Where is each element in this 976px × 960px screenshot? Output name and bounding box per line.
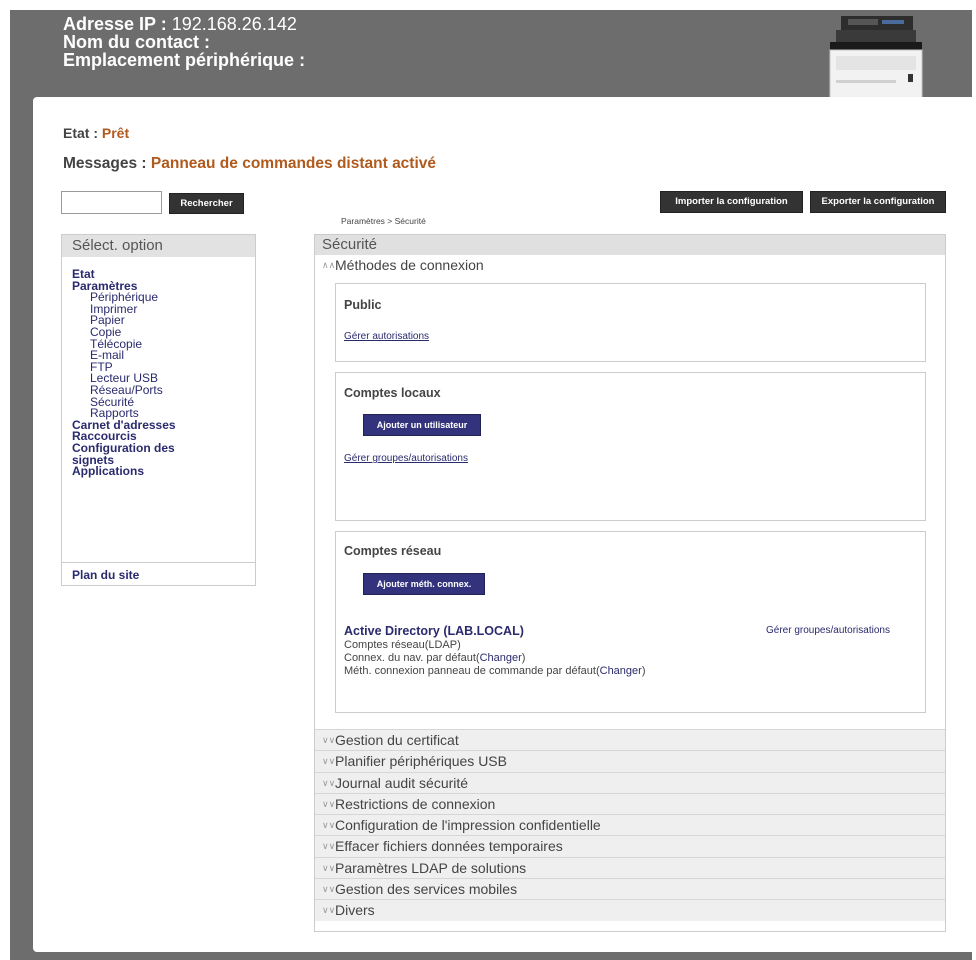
ad-line-panel-text: Méth. connexion panneau de commande par …: [344, 665, 600, 677]
ad-line-panel-end: ): [641, 665, 646, 677]
chevron-down-double-icon: ∨∨: [322, 756, 336, 767]
section-services-mobiles[interactable]: ∨∨ Gestion des services mobiles: [315, 878, 945, 900]
page-background: Adresse IP : 192.168.26.142 Nom du conta…: [10, 10, 976, 960]
chevron-down-double-icon: ∨∨: [322, 884, 336, 895]
content-card: Etat : Prêt Messages : Panneau de comman…: [33, 97, 976, 952]
sidebar-item-plan-du-site[interactable]: Plan du site: [72, 568, 139, 582]
section-effacer-fichiers[interactable]: ∨∨ Effacer fichiers données temporaires: [315, 835, 945, 857]
add-login-method-button[interactable]: Ajouter méth. connex.: [363, 573, 485, 595]
section-label: Restrictions de connexion: [335, 795, 496, 812]
location-label: Emplacement périphérique :: [63, 50, 306, 70]
ad-line-browser-text: Connex. du nav. par défaut(: [344, 652, 480, 664]
chevron-down-double-icon: ∨∨: [322, 820, 336, 831]
section-label: Configuration de l'impression confidenti…: [335, 817, 601, 834]
status-label: Etat :: [63, 125, 102, 141]
messages-value: Panneau de commandes distant activé: [150, 155, 437, 172]
section-label: Journal audit sécurité: [335, 774, 469, 791]
chevron-down-double-icon: ∨∨: [322, 841, 336, 852]
sidebar-nav: Etat Paramètres Périphérique Imprimer Pa…: [62, 257, 255, 478]
ad-line-browser-default: Connex. du nav. par défaut(Changer): [344, 652, 525, 664]
ip-value: 192.168.26.142: [171, 14, 297, 34]
import-config-button[interactable]: Importer la configuration: [660, 191, 803, 213]
section-label: Méthodes de connexion: [335, 257, 484, 273]
section-label: Gestion du certificat: [335, 732, 459, 748]
section-divers[interactable]: ∨∨ Divers: [315, 899, 945, 921]
section-ldap-solutions[interactable]: ∨∨ Paramètres LDAP de solutions: [315, 856, 945, 879]
chevron-down-double-icon: ∨∨: [322, 798, 336, 809]
network-accounts-box: Comptes réseau Ajouter méth. connex. Act…: [335, 531, 926, 713]
breadcrumb: Paramètres > Sécurité: [341, 216, 426, 226]
contact-label: Nom du contact :: [63, 32, 210, 52]
chevron-down-double-icon: ∨∨: [322, 777, 336, 788]
public-title: Public: [344, 298, 382, 312]
public-box: Public Gérer autorisations: [335, 283, 926, 362]
section-label: Paramètres LDAP de solutions: [335, 859, 527, 876]
change-browser-link[interactable]: Changer: [480, 652, 522, 664]
ip-label: Adresse IP :: [63, 14, 172, 34]
sidebar: Sélect. option Etat Paramètres Périphéri…: [61, 234, 256, 586]
sidebar-divider: [62, 562, 255, 563]
main-panel: Sécurité ∧∧ Méthodes de connexion Public…: [314, 234, 946, 932]
messages: Messages : Panneau de commandes distant …: [63, 155, 436, 173]
network-accounts-title: Comptes réseau: [344, 544, 442, 558]
status: Etat : Prêt: [63, 125, 129, 141]
ad-manage-groups-link[interactable]: Gérer groupes/autorisations: [766, 625, 890, 636]
section-label: Divers: [335, 902, 375, 919]
search-input[interactable]: [61, 191, 162, 214]
change-panel-link[interactable]: Changer: [600, 665, 642, 677]
chevron-down-double-icon: ∨∨: [322, 862, 336, 873]
sidebar-item-applications[interactable]: Applications: [72, 465, 255, 478]
page-title: Sécurité: [315, 235, 945, 255]
section-methodes-connexion[interactable]: ∧∧ Méthodes de connexion: [315, 255, 945, 275]
chevron-down-double-icon: ∨∨: [322, 905, 336, 916]
chevron-down-double-icon: ∨∨: [322, 735, 336, 745]
ad-line-browser-end: ): [521, 652, 526, 664]
section-journal-audit[interactable]: ∨∨ Journal audit sécurité: [315, 771, 945, 793]
collapsed-sections: ∨∨ Gestion du certificat ∨∨ Planifier péri…: [315, 729, 945, 921]
add-user-button[interactable]: Ajouter un utilisateur: [363, 414, 481, 436]
local-accounts-box: Comptes locaux Ajouter un utilisateur Gé…: [335, 372, 926, 521]
ip-row: Adresse IP : 192.168.26.142: [63, 15, 305, 33]
section-restrictions-connexion[interactable]: ∨∨ Restrictions de connexion: [315, 792, 945, 815]
section-planifier-usb[interactable]: ∨∨ Planifier périphériques USB: [315, 750, 945, 772]
section-impression-confidentielle[interactable]: ∨∨ Configuration de l'impression confiden…: [315, 814, 945, 836]
export-config-button[interactable]: Exporter la configuration: [810, 191, 946, 213]
section-label: Planifier périphériques USB: [335, 753, 507, 770]
device-info: Adresse IP : 192.168.26.142 Nom du conta…: [63, 15, 305, 69]
manage-permissions-link[interactable]: Gérer autorisations: [344, 331, 429, 342]
local-accounts-title: Comptes locaux: [344, 386, 441, 400]
active-directory-title: Active Directory (LAB.LOCAL): [344, 624, 524, 638]
ad-line-panel-default: Méth. connexion panneau de commande par …: [344, 665, 646, 677]
search-button[interactable]: Rechercher: [169, 193, 244, 214]
chevron-up-double-icon: ∧∧: [322, 260, 336, 270]
status-value: Prêt: [101, 125, 130, 141]
manage-groups-link[interactable]: Gérer groupes/autorisations: [344, 453, 468, 464]
section-label: Effacer fichiers données temporaires: [335, 838, 563, 855]
ad-line-ldap: Comptes réseau(LDAP): [344, 639, 461, 651]
messages-label: Messages :: [63, 155, 151, 172]
section-label: Gestion des services mobiles: [335, 881, 518, 898]
sidebar-header: Sélect. option: [62, 235, 255, 257]
section-gestion-certificat[interactable]: ∨∨ Gestion du certificat: [315, 729, 945, 751]
